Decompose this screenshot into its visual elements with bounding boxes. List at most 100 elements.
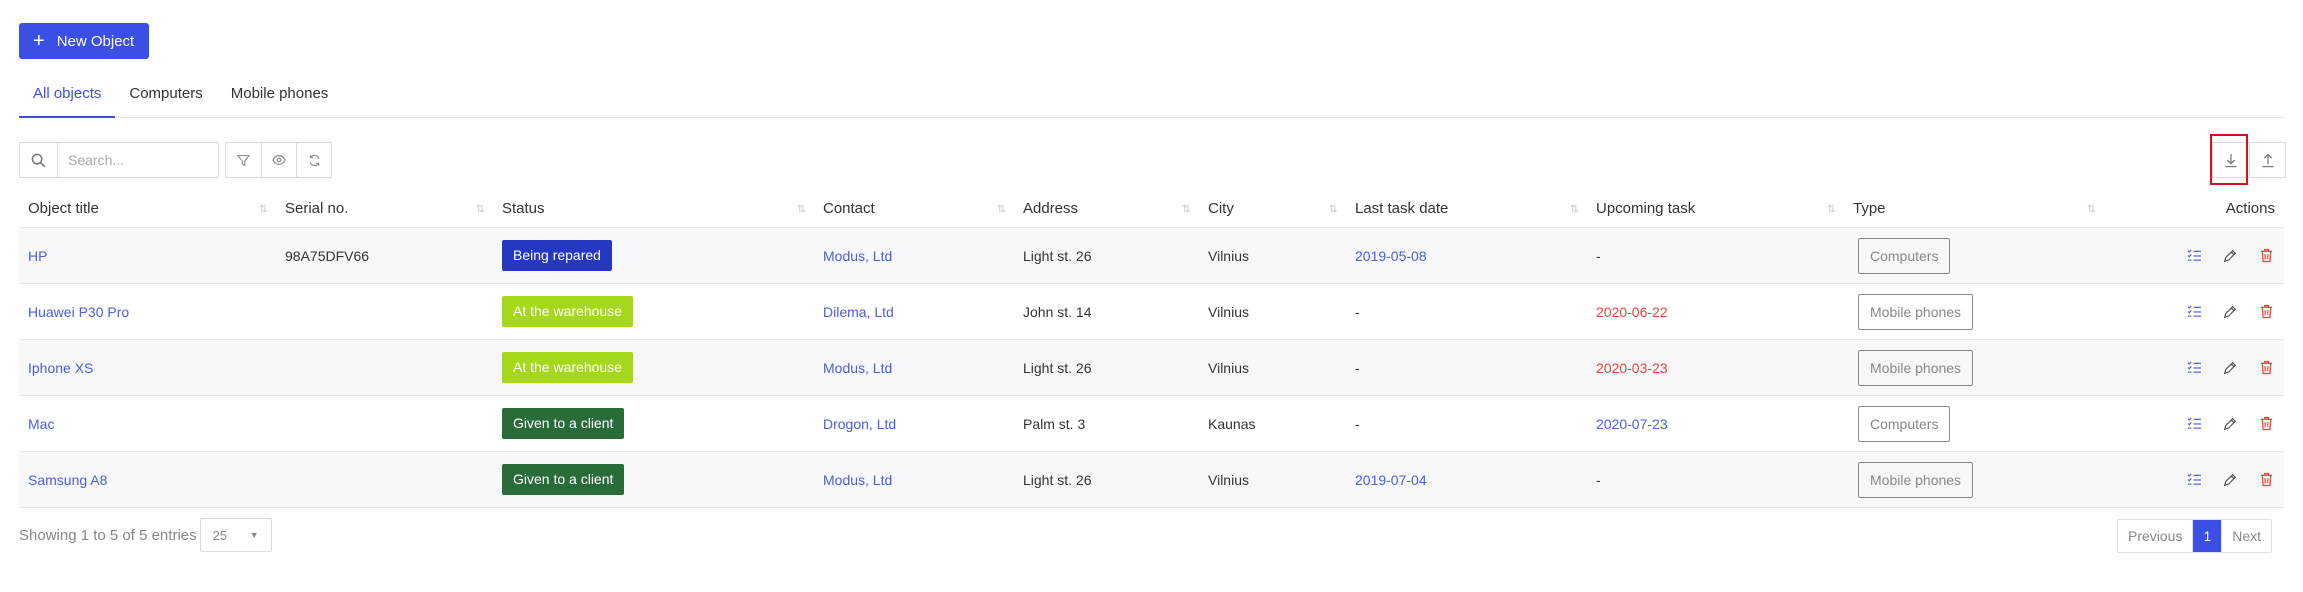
upcoming-task: 2020-03-23	[1596, 359, 1668, 376]
next-page-button[interactable]: Next	[2221, 520, 2271, 552]
contact-link[interactable]: Drogon, Ltd	[823, 416, 896, 432]
address: Light st. 26	[1023, 247, 1092, 264]
status-badge: Being repared	[502, 240, 612, 271]
task-list-icon[interactable]	[2186, 304, 2202, 320]
object-title-link[interactable]: HP	[28, 248, 47, 264]
sort-icon: ⇅	[2086, 203, 2096, 215]
tab-bar: All objects Computers Mobile phones	[19, 84, 2284, 118]
city: Kaunas	[1208, 415, 1256, 432]
col-city[interactable]: City ⇅	[1199, 200, 1346, 217]
task-list-icon[interactable]	[2186, 248, 2202, 264]
import-export-controls	[2212, 142, 2286, 178]
download-icon	[2225, 153, 2237, 167]
col-upcoming-task[interactable]: Upcoming task ⇅	[1587, 200, 1844, 217]
new-object-button[interactable]: + New Object	[19, 23, 149, 59]
table-footer: Showing 1 to 5 of 5 entries 25 ▼	[19, 518, 272, 552]
row-actions	[2113, 472, 2284, 488]
object-title-link[interactable]: Iphone XS	[28, 360, 93, 376]
edit-pencil-icon[interactable]	[2222, 360, 2238, 376]
object-title-link[interactable]: Samsung A8	[28, 472, 107, 488]
col-type[interactable]: Type ⇅	[1844, 200, 2104, 217]
sort-icon: ⇅	[1569, 203, 1579, 215]
sort-icon: ⇅	[1181, 203, 1191, 215]
edit-pencil-icon[interactable]	[2222, 416, 2238, 432]
city: Vilnius	[1208, 303, 1249, 320]
sort-icon: ⇅	[996, 203, 1006, 215]
upcoming-task: -	[1596, 247, 1601, 264]
view-controls	[225, 142, 332, 178]
contact-link[interactable]: Dilema, Ltd	[823, 304, 894, 320]
status-badge: Given to a client	[502, 408, 625, 439]
edit-pencil-icon[interactable]	[2222, 304, 2238, 320]
eye-icon	[272, 155, 286, 165]
upload-button[interactable]	[2249, 143, 2285, 177]
page-size-value: 25	[212, 527, 228, 543]
sort-icon: ⇅	[796, 203, 806, 215]
contact-link[interactable]: Modus, Ltd	[823, 248, 892, 264]
row-actions	[2113, 360, 2284, 376]
previous-page-button[interactable]: Previous	[2118, 520, 2194, 552]
row-actions	[2113, 304, 2284, 320]
last-task-date: 2019-05-08	[1355, 247, 1427, 264]
pagination: Previous 1 Next	[2117, 519, 2273, 553]
search-input[interactable]	[58, 143, 218, 177]
task-list-icon[interactable]	[2186, 472, 2202, 488]
refresh-button[interactable]	[296, 143, 331, 177]
last-task-date: -	[1355, 359, 1360, 376]
contact-link[interactable]: Modus, Ltd	[823, 472, 892, 488]
col-address[interactable]: Address ⇅	[1014, 200, 1199, 217]
delete-trash-icon[interactable]	[2258, 304, 2274, 320]
sort-icon: ⇅	[475, 203, 485, 215]
plus-icon: +	[33, 30, 45, 52]
sort-icon: ⇅	[1328, 203, 1338, 215]
col-last-task-date[interactable]: Last task date ⇅	[1346, 200, 1587, 217]
col-status[interactable]: Status ⇅	[493, 200, 814, 217]
delete-trash-icon[interactable]	[2258, 472, 2274, 488]
task-list-icon[interactable]	[2186, 416, 2202, 432]
objects-table: Object title ⇅ Serial no. ⇅ Status ⇅ Contac…	[19, 190, 2284, 508]
column-visibility-button[interactable]	[261, 143, 296, 177]
address: John st. 14	[1023, 303, 1092, 320]
delete-trash-icon[interactable]	[2258, 416, 2274, 432]
page-size-select[interactable]: 25 ▼	[199, 518, 272, 552]
col-contact[interactable]: Contact ⇅	[814, 200, 1014, 217]
contact-link[interactable]: Modus, Ltd	[823, 360, 892, 376]
serial-no: 98A75DFV66	[285, 247, 370, 264]
download-button[interactable]	[2213, 143, 2249, 177]
table-toolbar	[19, 142, 332, 178]
sort-icon: ⇅	[1826, 203, 1836, 215]
object-title-link[interactable]: Huawei P30 Pro	[28, 304, 129, 320]
col-object-title[interactable]: Object title ⇅	[19, 200, 276, 217]
page-1-button[interactable]: 1	[2193, 520, 2222, 552]
col-serial-no[interactable]: Serial no. ⇅	[276, 200, 493, 217]
edit-pencil-icon[interactable]	[2222, 248, 2238, 264]
sort-icon: ⇅	[258, 203, 268, 215]
table-row: Huawei P30 Pro At the warehouse Dilema, Lt…	[19, 284, 2284, 340]
upcoming-task: 2020-07-23	[1596, 415, 1668, 432]
delete-trash-icon[interactable]	[2258, 248, 2274, 264]
search-box	[19, 142, 219, 178]
filter-button[interactable]	[226, 143, 261, 177]
address: Light st. 26	[1023, 471, 1092, 488]
task-list-icon[interactable]	[2186, 360, 2202, 376]
refresh-icon	[309, 154, 319, 166]
table-row: Samsung A8 Given to a client Modus, Ltd Lig…	[19, 452, 2284, 508]
row-actions	[2113, 248, 2284, 264]
delete-trash-icon[interactable]	[2258, 360, 2274, 376]
type-tag: Mobile phones	[1858, 293, 1974, 330]
status-badge: At the warehouse	[502, 296, 633, 327]
tab-mobile-phones[interactable]: Mobile phones	[217, 84, 343, 118]
upcoming-task: -	[1596, 471, 1601, 488]
table-row: Iphone XS At the warehouse Modus, Ltd Light…	[19, 340, 2284, 396]
row-actions	[2113, 416, 2284, 432]
edit-pencil-icon[interactable]	[2222, 472, 2238, 488]
object-title-link[interactable]: Mac	[28, 416, 54, 432]
type-tag: Computers	[1858, 405, 1951, 442]
type-tag: Computers	[1858, 237, 1951, 274]
type-tag: Mobile phones	[1858, 349, 1974, 386]
last-task-date: 2019-07-04	[1355, 471, 1427, 488]
table-header: Object title ⇅ Serial no. ⇅ Status ⇅ Contac…	[19, 190, 2284, 228]
tab-computers[interactable]: Computers	[115, 84, 216, 118]
tab-all-objects[interactable]: All objects	[19, 84, 116, 118]
table-row: Mac Given to a client Drogon, Ltd Palm st. …	[19, 396, 2284, 452]
